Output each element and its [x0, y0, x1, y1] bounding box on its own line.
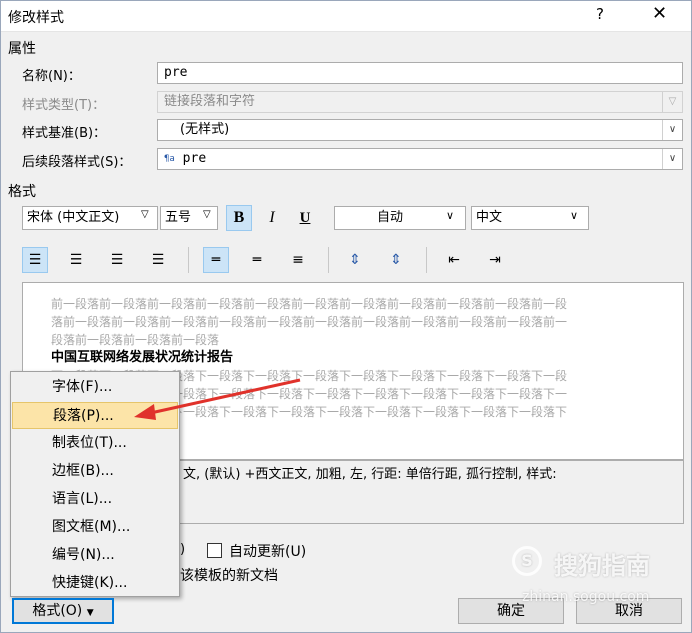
chevron-down-icon: ▽	[203, 209, 211, 220]
chevron-down-icon: ∨	[446, 209, 455, 222]
format-menu-button[interactable]: 格式(O) ▼	[12, 598, 114, 624]
justify-icon[interactable]: ☰	[145, 247, 171, 273]
title-bar: 修改样式 ? ✕	[0, 0, 692, 32]
align-left-icon[interactable]: ☰	[22, 247, 48, 273]
annotation-arrow	[134, 378, 301, 420]
language-value: 中文	[476, 210, 503, 225]
menu-item-tabs[interactable]: 制表位(T)...	[12, 430, 178, 457]
previous-paragraph-line: 段落前一段落前一段落前一段落	[51, 333, 220, 347]
increase-spacing-icon[interactable]: ⇕	[342, 247, 368, 273]
style-base-select[interactable]: (无样式)	[157, 119, 683, 141]
chevron-down-icon[interactable]: ∨	[662, 120, 682, 140]
window-title: 修改样式	[8, 10, 64, 26]
bold-button[interactable]: B	[226, 205, 252, 231]
format-button-label: 格式(O)	[32, 603, 83, 619]
menu-item-border[interactable]: 边框(B)...	[12, 458, 178, 485]
name-field[interactable]: pre	[157, 62, 683, 84]
toolbar-divider	[426, 247, 427, 273]
menu-item-shortcut[interactable]: 快捷键(K)...	[12, 570, 178, 597]
toolbar-divider	[188, 247, 189, 273]
watermark-brand: 搜狗指南	[554, 552, 650, 580]
next-style-select[interactable]: ¶a pre	[157, 148, 683, 170]
decrease-indent-icon[interactable]: ⇤	[441, 247, 467, 273]
partial-option-text: )	[180, 542, 186, 557]
template-option-label: 该模板的新文档	[180, 568, 278, 584]
preview-sample-text: 中国互联网络发展状况统计报告	[51, 350, 234, 365]
decrease-spacing-icon[interactable]: ⇕	[383, 247, 409, 273]
close-button[interactable]: ✕	[652, 3, 667, 24]
auto-update-label: 自动更新(U)	[229, 544, 307, 560]
chevron-down-icon[interactable]: ∨	[662, 149, 682, 169]
format-section-title: 格式	[8, 184, 36, 200]
menu-item-frame[interactable]: 图文框(M)...	[12, 514, 178, 541]
auto-update-checkbox[interactable]	[207, 543, 222, 558]
underline-button[interactable]: U	[292, 205, 318, 231]
previous-paragraph-line: 前一段落前一段落前一段落前一段落前一段落前一段落前一段落前一段落前一段落前一段落…	[51, 297, 568, 311]
caret-down-icon: ▼	[86, 608, 94, 618]
style-type-select: 链接段落和字符	[157, 91, 683, 113]
color-value: 自动	[376, 210, 403, 225]
align-center-icon[interactable]: ☰	[63, 247, 89, 273]
next-style-value: pre	[182, 151, 207, 166]
one-half-spacing-icon[interactable]: ═	[244, 247, 270, 273]
increase-indent-icon[interactable]: ⇥	[482, 247, 508, 273]
menu-item-language[interactable]: 语言(L)...	[12, 486, 178, 513]
style-base-label: 样式基准(B)：	[22, 126, 107, 141]
help-button[interactable]: ?	[596, 5, 604, 23]
watermark-url: zhinan.sogou.com	[522, 589, 650, 605]
font-select[interactable]: 宋体 (中文正文)	[22, 206, 158, 230]
arrow-shaft	[145, 378, 301, 416]
arrow-head	[134, 404, 156, 420]
align-right-icon[interactable]: ☰	[104, 247, 130, 273]
style-type-value: 链接段落和字符	[164, 94, 256, 109]
menu-item-numbering[interactable]: 编号(N)...	[12, 542, 178, 569]
style-base-value: (无样式)	[180, 122, 230, 137]
name-label: 名称(N)：	[22, 69, 81, 84]
font-value: 宋体 (中文正文)	[27, 210, 120, 225]
chevron-down-icon: ▽	[141, 209, 149, 220]
double-spacing-icon[interactable]: ≡	[285, 247, 311, 273]
watermark-logo-icon: S	[512, 546, 542, 576]
size-value: 五号	[165, 210, 192, 225]
properties-section-title: 属性	[8, 41, 36, 57]
chevron-down-icon: ▽	[662, 92, 682, 112]
toolbar-divider	[328, 247, 329, 273]
style-type-label: 样式类型(T)：	[22, 98, 106, 113]
paragraph-style-icon: ¶a	[164, 154, 175, 164]
single-spacing-icon[interactable]: ═	[203, 247, 229, 273]
italic-button[interactable]: I	[259, 205, 285, 231]
chevron-down-icon: ∨	[570, 209, 579, 222]
next-style-label: 后续段落样式(S)：	[22, 155, 132, 170]
previous-paragraph-line: 落前一段落前一段落前一段落前一段落前一段落前一段落前一段落前一段落前一段落前一段…	[51, 315, 568, 329]
